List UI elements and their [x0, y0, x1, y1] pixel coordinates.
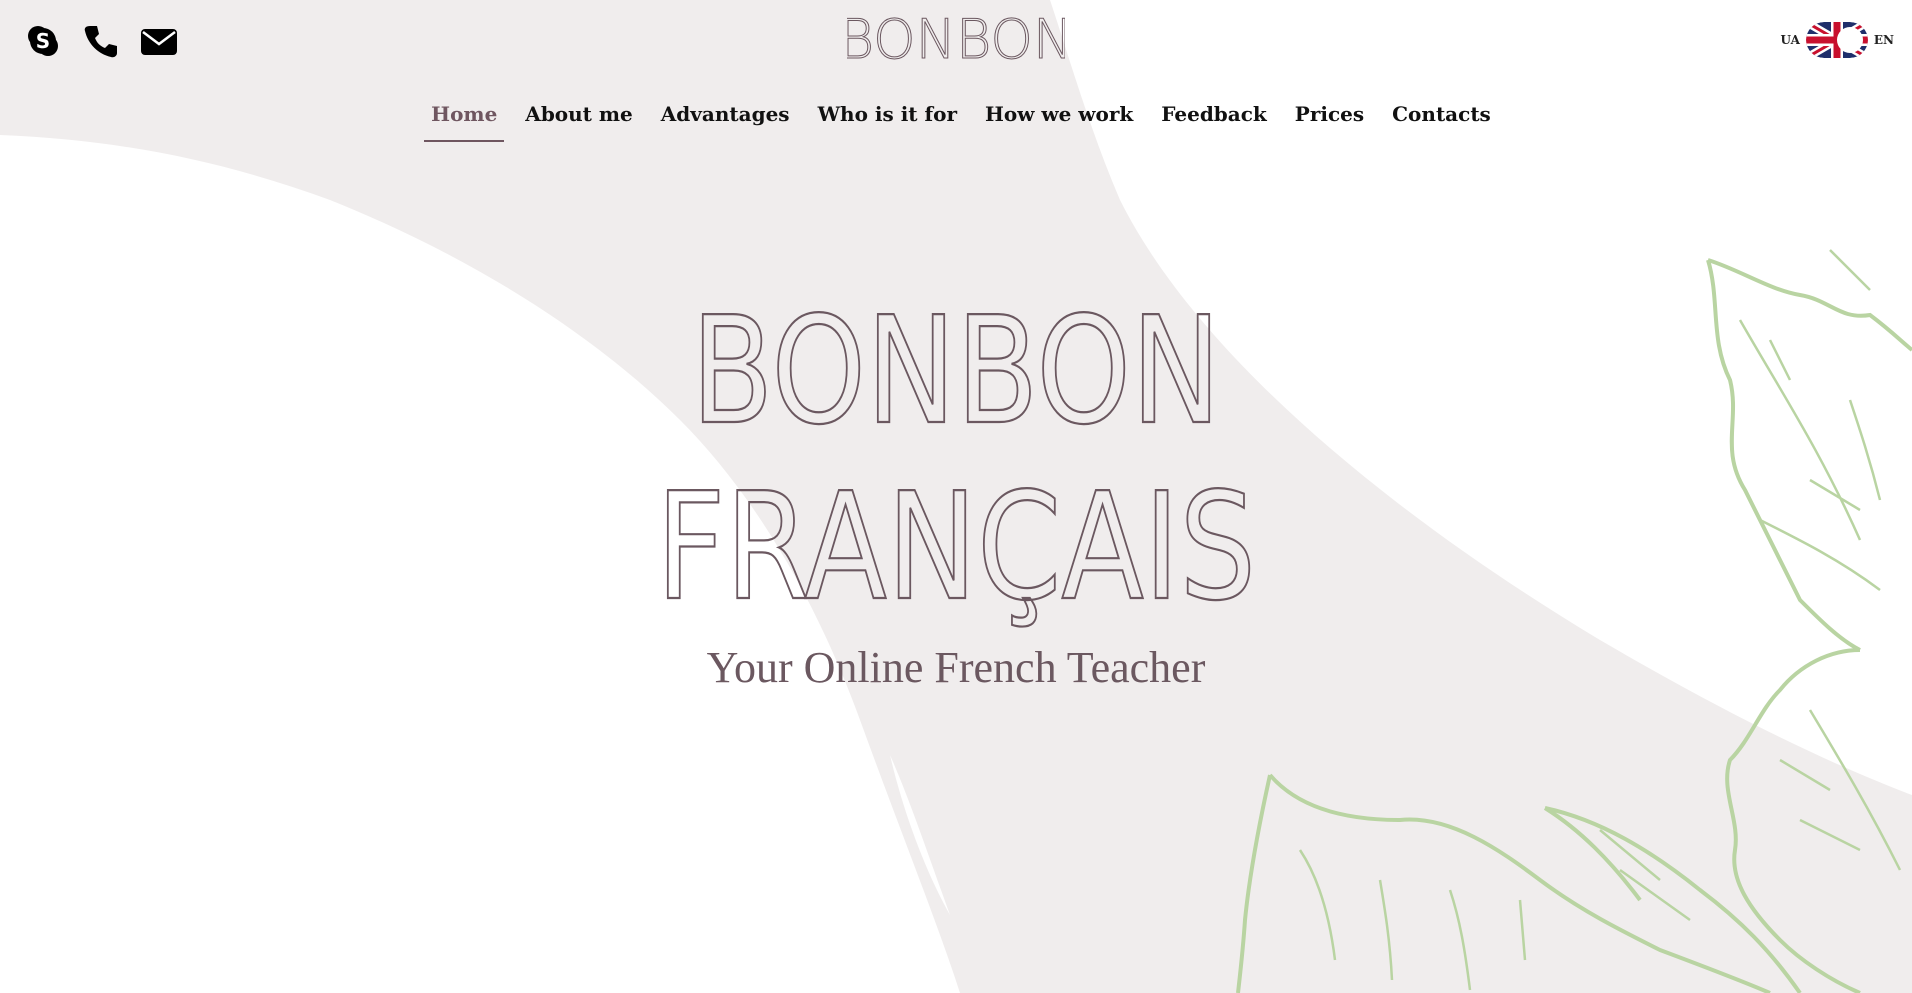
- nav-item-contacts[interactable]: Contacts: [1385, 96, 1498, 142]
- nav-item-about-me[interactable]: About me: [518, 96, 639, 142]
- logo-text: BONBON: [847, 8, 1065, 68]
- nav-item-how-we-work[interactable]: How we work: [978, 96, 1140, 142]
- phone-icon[interactable]: [82, 22, 120, 60]
- envelope-icon[interactable]: [140, 22, 178, 60]
- language-toggle[interactable]: [1805, 22, 1868, 58]
- hero-line2-text: FRANÇAIS: [656, 478, 1256, 633]
- main-nav: Home About me Advantages Who is it for H…: [0, 96, 1912, 142]
- nav-list: Home About me Advantages Who is it for H…: [424, 96, 1498, 142]
- contact-icons: S: [24, 22, 178, 60]
- lang-en-label[interactable]: EN: [1874, 33, 1894, 47]
- skype-icon[interactable]: S: [24, 22, 62, 60]
- hero-tagline: Your Online French Teacher: [706, 643, 1206, 692]
- brush-streak: [0, 140, 140, 195]
- svg-text:S: S: [36, 29, 50, 53]
- nav-item-advantages[interactable]: Advantages: [654, 96, 797, 142]
- nav-item-prices[interactable]: Prices: [1288, 96, 1371, 142]
- hero-title-line2: FRANÇAIS: [0, 478, 1912, 638]
- site-logo[interactable]: BONBON: [847, 8, 1065, 68]
- nav-item-feedback[interactable]: Feedback: [1154, 96, 1274, 142]
- page: S BONBON UA EN Home About me Advantages …: [0, 0, 1912, 993]
- nav-item-home[interactable]: Home: [424, 96, 505, 142]
- uk-flag-icon: [1805, 22, 1868, 58]
- language-switch: UA EN: [1780, 22, 1894, 58]
- hero-line1-text: BONBON: [691, 300, 1221, 440]
- nav-item-who-is-it-for[interactable]: Who is it for: [811, 96, 964, 142]
- hero-title-line1: BONBON: [0, 300, 1912, 440]
- lang-ua-label[interactable]: UA: [1780, 33, 1799, 47]
